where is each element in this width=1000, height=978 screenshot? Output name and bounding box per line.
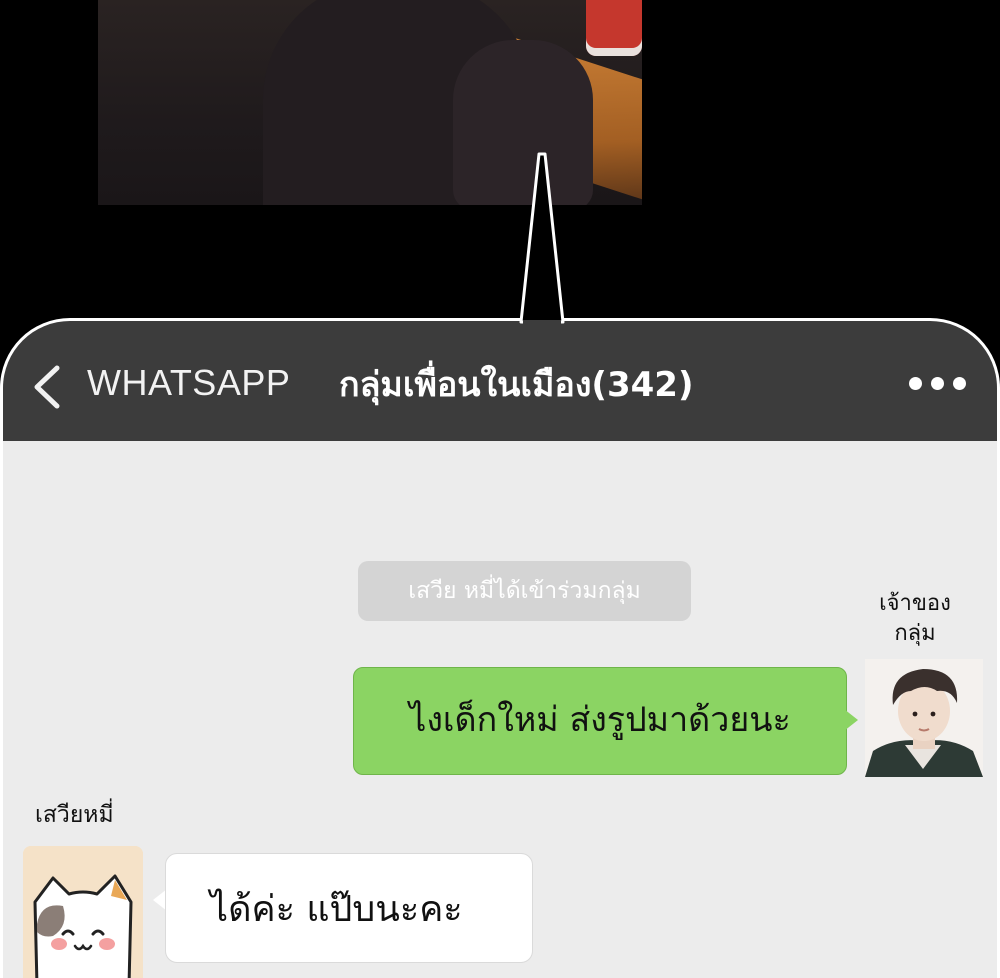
member-avatar[interactable] <box>23 846 143 978</box>
owner-avatar-image <box>865 659 983 777</box>
back-icon[interactable] <box>31 365 63 409</box>
cat-avatar-image <box>23 846 143 978</box>
member-name: เสวียหมี่ <box>35 802 114 828</box>
owner-label: เจ้าของ กลุ่ม <box>861 589 969 649</box>
more-dot <box>931 377 944 390</box>
member-message-bubble[interactable]: ได้ค่ะ แป๊บนะคะ <box>165 853 533 963</box>
app-name: WHATSAPP <box>87 362 291 403</box>
more-dot <box>953 377 966 390</box>
owner-message-bubble[interactable]: ไงเด็กใหม่ ส่งรูปมาด้วยนะ <box>353 667 847 775</box>
more-dot <box>909 377 922 390</box>
system-message: เสวีย หมี่ได้เข้าร่วมกลุ่ม <box>358 561 691 621</box>
panel-cup <box>586 0 642 56</box>
group-name[interactable]: กลุ่มเพื่อนในเมือง(342) <box>339 357 693 411</box>
phone-screen: WHATSAPP กลุ่มเพื่อนในเมือง(342) เสวีย ห… <box>0 318 1000 978</box>
owner-label-line1: เจ้าของ <box>879 591 951 616</box>
owner-bubble-tail <box>844 709 858 731</box>
speech-pointer <box>519 152 565 325</box>
more-icon[interactable] <box>909 377 966 390</box>
chat-header: WHATSAPP กลุ่มเพื่อนในเมือง(342) <box>3 321 997 441</box>
owner-label-line2: กลุ่ม <box>894 621 936 646</box>
owner-avatar[interactable] <box>865 659 983 777</box>
